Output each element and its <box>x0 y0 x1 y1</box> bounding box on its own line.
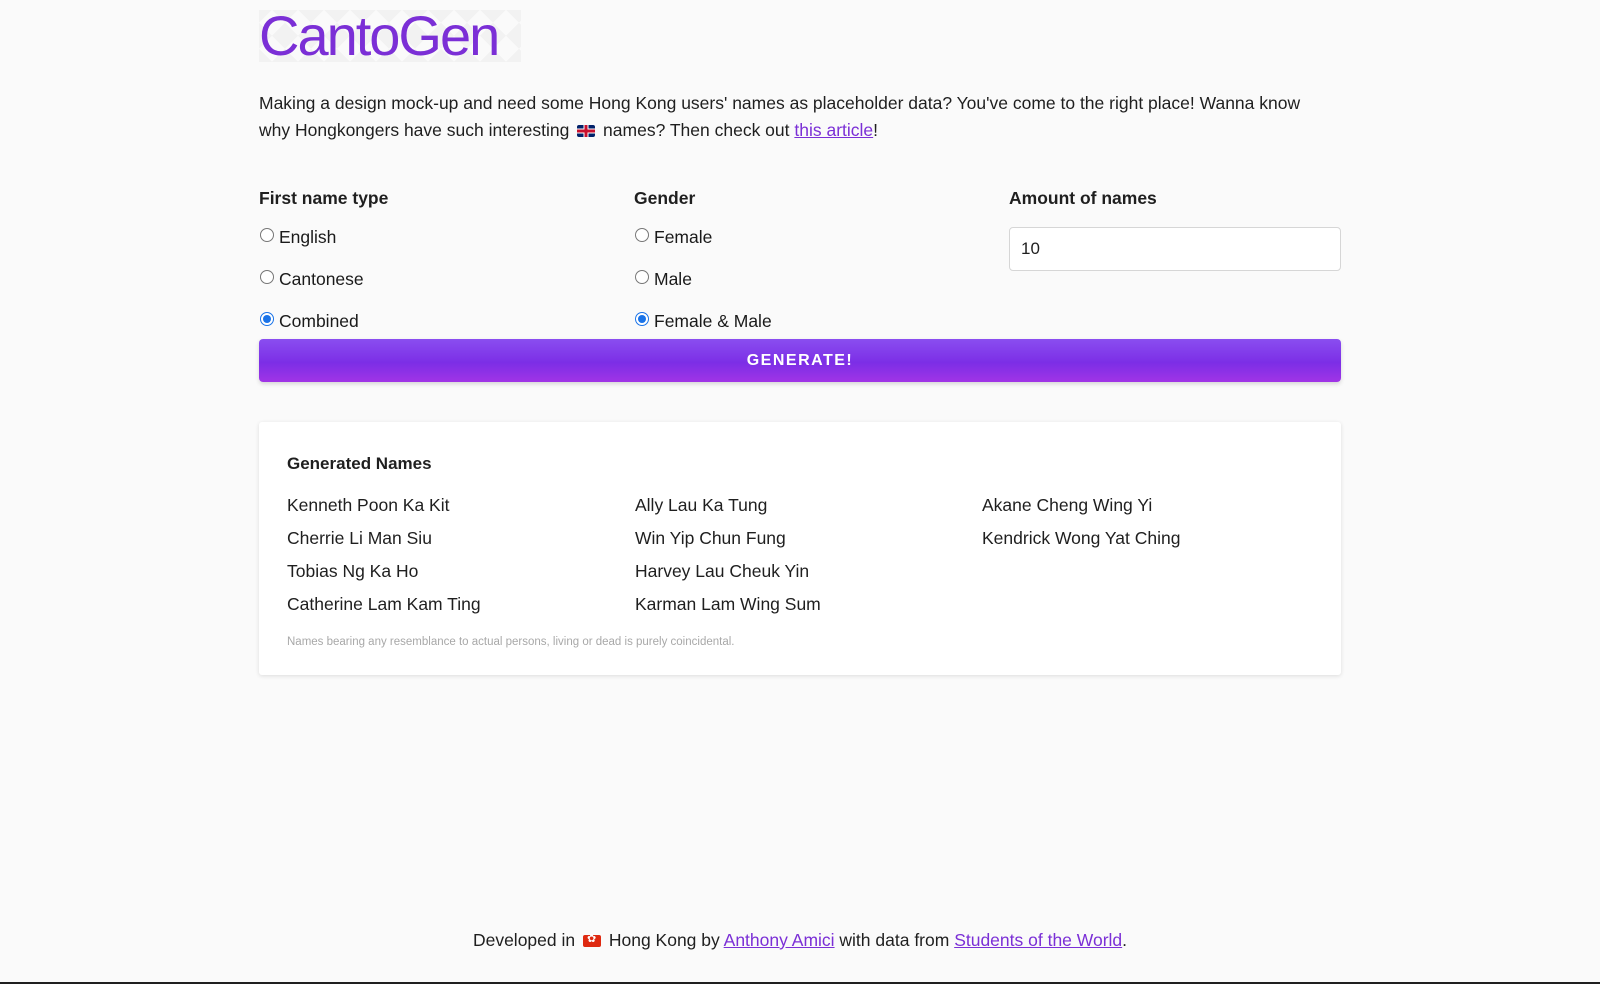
footer-text-part-4: . <box>1122 930 1128 950</box>
radio-female[interactable] <box>635 228 649 242</box>
radio-label-female: Female <box>654 226 713 247</box>
generated-name: Win Yip Chun Fung <box>635 528 786 548</box>
radio-male[interactable] <box>635 270 649 284</box>
gender-group: Gender Female Male Female & Male <box>634 188 772 352</box>
radio-english[interactable] <box>260 228 274 242</box>
generated-name: Akane Cheng Wing Yi <box>982 495 1153 515</box>
radio-label-combined: Combined <box>279 310 359 331</box>
amount-input[interactable] <box>1009 227 1341 271</box>
results-title: Generated Names <box>287 454 432 473</box>
hong-kong-flag-icon <box>582 932 601 947</box>
uk-flag-icon <box>577 125 596 137</box>
radio-option-english[interactable]: English <box>259 226 388 248</box>
radio-label-female-male: Female & Male <box>654 310 772 331</box>
footer-text-part-2: Hong Kong by <box>603 930 724 950</box>
gender-title: Gender <box>634 188 696 208</box>
first-name-type-title: First name type <box>259 188 389 208</box>
logo-area: CantoGen <box>259 0 1341 70</box>
radio-option-male[interactable]: Male <box>634 268 772 290</box>
generated-name: Catherine Lam Kam Ting <box>287 594 481 614</box>
names-grid: Kenneth Poon Ka Kit Cherrie Li Man Siu T… <box>287 494 1313 626</box>
amount-title: Amount of names <box>1009 188 1157 208</box>
data-source-link[interactable]: Students of the World <box>954 930 1122 950</box>
radio-option-cantonese[interactable]: Cantonese <box>259 268 388 290</box>
author-link[interactable]: Anthony Amici <box>724 930 835 950</box>
first-name-type-group: First name type English Cantonese Combin… <box>259 188 388 352</box>
amount-group: Amount of names <box>1009 188 1341 271</box>
footer-text-part-1: Developed in <box>472 930 580 950</box>
page: CantoGen Making a design mock-up and nee… <box>0 0 1600 984</box>
generator-form: First name type English Cantonese Combin… <box>259 188 1341 338</box>
intro-text: Making a design mock-up and need some Ho… <box>259 90 1319 144</box>
results-card: Generated Names Kenneth Poon Ka Kit Cher… <box>259 422 1341 675</box>
generated-name: Kendrick Wong Yat Ching <box>982 528 1181 548</box>
radio-label-cantonese: Cantonese <box>279 268 364 289</box>
generated-name: Karman Lam Wing Sum <box>635 594 821 614</box>
generated-name: Ally Lau Ka Tung <box>635 495 768 515</box>
logo: CantoGen <box>259 4 500 67</box>
generated-name: Tobias Ng Ka Ho <box>287 561 419 581</box>
generate-button[interactable]: GENERATE! <box>259 339 1341 382</box>
article-link[interactable]: this article <box>794 120 873 140</box>
main-container: CantoGen Making a design mock-up and nee… <box>259 0 1341 675</box>
radio-option-female-male[interactable]: Female & Male <box>634 310 772 332</box>
radio-option-combined[interactable]: Combined <box>259 310 388 332</box>
generated-name: Kenneth Poon Ka Kit <box>287 495 450 515</box>
intro-text-part-3: ! <box>873 120 879 140</box>
radio-option-female[interactable]: Female <box>634 226 772 248</box>
radio-female-male[interactable] <box>635 312 649 326</box>
disclaimer: Names bearing any resemblance to actual … <box>287 636 735 648</box>
generated-name: Harvey Lau Cheuk Yin <box>635 561 810 581</box>
radio-cantonese[interactable] <box>260 270 274 284</box>
footer: Developed in Hong Kong by Anthony Amici … <box>0 930 1600 951</box>
footer-text-part-3: with data from <box>834 930 955 950</box>
generated-name: Cherrie Li Man Siu <box>287 528 432 548</box>
intro-text-part-2: names? Then check out <box>598 120 795 140</box>
radio-label-male: Male <box>654 268 692 289</box>
radio-label-english: English <box>279 226 337 247</box>
radio-combined[interactable] <box>260 312 274 326</box>
